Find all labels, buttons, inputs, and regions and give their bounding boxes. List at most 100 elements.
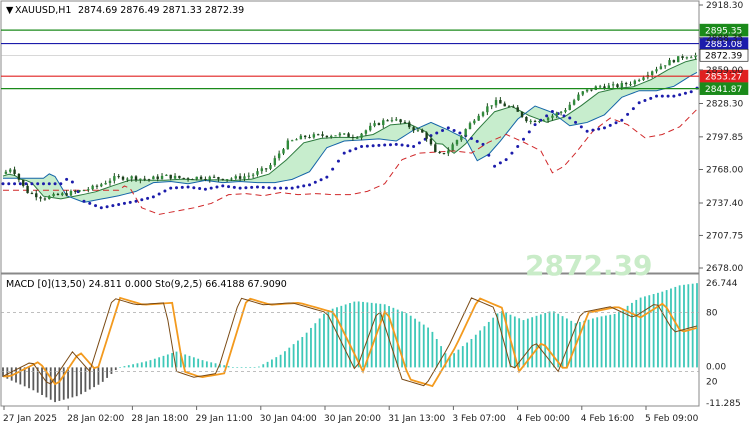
macd-histogram-bar <box>518 318 521 368</box>
ma-dot <box>169 186 173 190</box>
ma-dot <box>377 143 381 147</box>
ma-dot <box>516 145 520 149</box>
macd-histogram-bar <box>245 367 247 368</box>
candle-body <box>369 125 372 131</box>
ma-dot <box>637 101 641 105</box>
ma-dot <box>417 141 421 145</box>
candle-body <box>330 136 333 138</box>
macd-histogram-bar <box>544 312 547 368</box>
price-tick-label: 2797.85 <box>706 133 743 143</box>
candle-body <box>403 122 407 124</box>
candle-body <box>4 171 8 174</box>
macd-histogram-bar <box>188 355 191 368</box>
time-label: 28 Jan 02:00 <box>67 414 124 424</box>
macd-histogram-bar <box>409 315 412 368</box>
macd-histogram-bar <box>592 318 594 368</box>
macd-histogram-bar <box>362 301 364 368</box>
candle-body <box>65 193 68 196</box>
candle-body <box>386 120 389 122</box>
ma-dot <box>82 199 86 203</box>
macd-histogram-bar <box>539 314 542 368</box>
candle-body <box>269 165 272 169</box>
macd-histogram-bar <box>140 362 143 368</box>
ma-dot <box>614 121 618 125</box>
macd-histogram-bar <box>149 360 152 368</box>
candle-body <box>35 193 38 198</box>
ma-dot <box>36 182 40 186</box>
price-tick-label: 2888.35 <box>706 34 743 44</box>
candle-body <box>412 127 415 131</box>
candle-body <box>199 176 203 179</box>
macd-label: MACD [0](13,50) 24.811 0.000 Sto(9,2,5) … <box>6 279 287 290</box>
candle-body <box>681 56 684 58</box>
macd-histogram-bar <box>691 283 694 368</box>
candle-body <box>364 130 368 134</box>
macd-histogram-bar <box>457 349 460 368</box>
candle-body <box>334 135 337 137</box>
candle-body <box>399 119 402 123</box>
price-tick-label: 2678.00 <box>706 264 743 274</box>
ma-dot <box>383 143 387 147</box>
candle-body <box>243 176 246 179</box>
candle-body <box>126 178 129 180</box>
trading-chart[interactable]: 2872.39 2895.352883.082872.392853.272841… <box>0 0 750 430</box>
ma-dot <box>221 184 225 188</box>
macd-histogram-bar <box>28 367 30 389</box>
time-label: 30 Jan 04:00 <box>260 414 317 424</box>
macd-tick-label: 20 <box>706 377 718 387</box>
candle-body <box>139 178 142 181</box>
candle-body <box>655 69 658 72</box>
macd-histogram-bar <box>197 358 200 368</box>
macd-histogram-bar <box>422 324 425 368</box>
ma-dot <box>232 185 236 189</box>
ma-dot <box>59 182 63 186</box>
candle-body <box>251 174 255 176</box>
chart-ohlc: 2874.69 2876.49 2871.33 2872.39 <box>78 5 244 16</box>
macd-histogram-bar <box>535 315 538 368</box>
candle-body <box>460 135 463 141</box>
ma-dot <box>203 187 207 191</box>
ma-dot <box>469 136 473 140</box>
time-label: 28 Jan 18:00 <box>131 414 188 424</box>
candle-body <box>338 133 342 136</box>
candle-body <box>390 120 394 122</box>
macd-histogram-bar <box>340 305 343 368</box>
ma-dot <box>279 186 283 190</box>
candle-body <box>52 193 55 197</box>
ma-dot <box>672 94 676 98</box>
candle-body <box>130 176 133 179</box>
candle-body <box>455 140 459 145</box>
macd-histogram-bar <box>370 302 373 368</box>
candle-body <box>308 137 311 139</box>
macd-histogram-bar <box>10 367 13 381</box>
ma-dot <box>655 94 659 98</box>
macd-histogram-bar <box>41 367 43 396</box>
candle-body <box>590 89 593 91</box>
candle-body <box>173 175 177 179</box>
macd-histogram-bar <box>531 317 534 368</box>
ma-dot <box>504 158 508 162</box>
ma-dot <box>186 185 190 189</box>
candle-body <box>282 149 285 154</box>
ma-dot <box>643 99 647 103</box>
candle-body <box>481 112 485 116</box>
candle-body <box>160 175 164 179</box>
ma-dot <box>134 199 138 203</box>
candle-body <box>69 191 73 196</box>
ma-dot <box>163 189 167 193</box>
macd-histogram-bar <box>153 358 156 368</box>
macd-histogram-bar <box>578 322 581 368</box>
macd-histogram-bar <box>301 337 304 368</box>
candle-body <box>186 178 190 180</box>
candle-body <box>447 150 450 154</box>
candle-body <box>260 168 264 172</box>
ma-dot <box>53 182 57 186</box>
macd-histogram-bar <box>596 317 599 368</box>
macd-histogram-bar <box>93 367 95 388</box>
ma-dot <box>336 159 340 163</box>
ma-dot <box>255 185 259 189</box>
macd-histogram-bar <box>618 311 620 368</box>
candle-body <box>247 175 250 177</box>
candle-body <box>624 83 628 85</box>
macd-histogram-bar <box>318 318 321 368</box>
